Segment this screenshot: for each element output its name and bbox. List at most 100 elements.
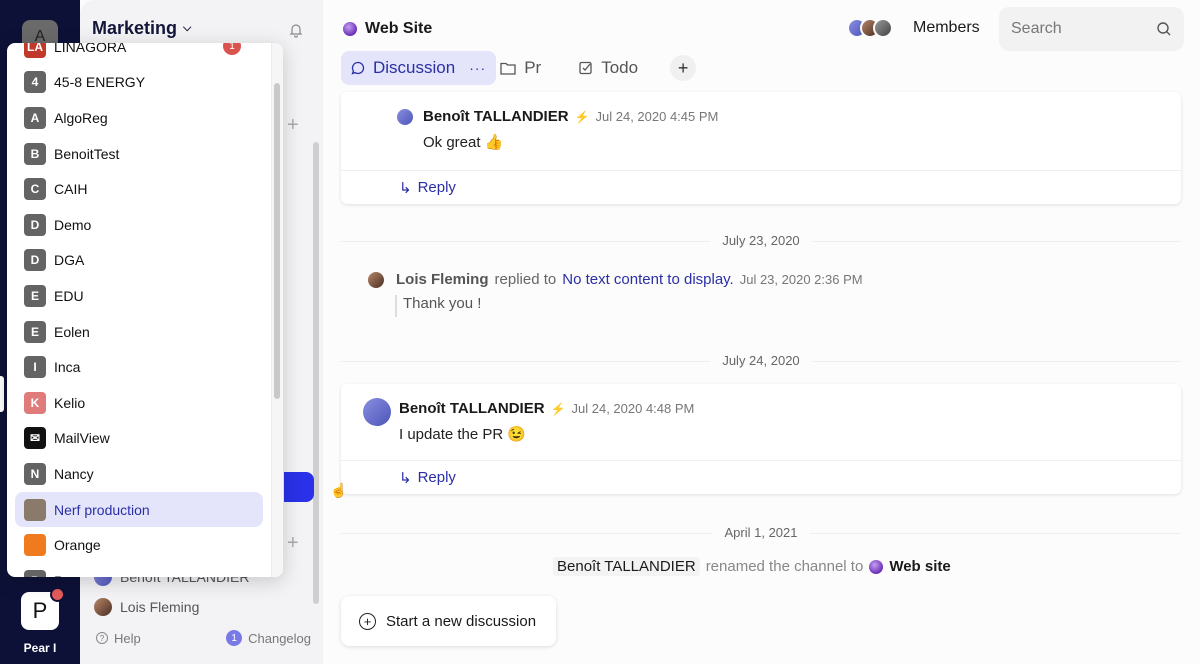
workspace-item[interactable]: Orange <box>7 527 263 563</box>
message-body: Benoît TALLANDIER ⚡ Jul 24, 2020 4:45 PM… <box>397 108 718 151</box>
help-icon: ? <box>96 632 108 644</box>
workspace-label-pear: Pear I <box>23 641 57 655</box>
workspace-item-label: Orange <box>54 537 101 554</box>
lightning-icon: ⚡ <box>574 109 590 124</box>
workspace-item-label: Nerf production <box>54 501 150 518</box>
workspace-item-label: CAIH <box>54 181 88 198</box>
add-member-icon[interactable]: + <box>287 532 299 555</box>
tab-discussion[interactable]: Discussion ··· <box>341 51 497 85</box>
search-box[interactable] <box>999 7 1184 51</box>
workspace-item[interactable]: D DGA <box>7 243 263 279</box>
workspace-logo-icon: I <box>24 356 46 379</box>
start-discussion-button[interactable]: + Start a new discussion <box>341 596 556 646</box>
reply-quote: Thank you ! <box>395 295 481 317</box>
workspace-item-label: Demo <box>54 216 92 233</box>
bell-icon[interactable] <box>288 22 304 38</box>
workspace-item[interactable]: Nerf production <box>15 491 263 528</box>
start-discussion-label: Start a new discussion <box>386 612 537 630</box>
message-author[interactable]: Benoît TALLANDIER <box>423 108 569 125</box>
workspace-item[interactable]: B BenoitTest <box>7 136 263 172</box>
search-input[interactable] <box>1011 20 1141 38</box>
unread-badge: 1 <box>223 43 241 55</box>
workspace-logo-icon <box>24 498 46 521</box>
plus-circle-icon: + <box>359 612 376 630</box>
avatar <box>368 271 384 288</box>
date-label: July 23, 2020 <box>710 233 812 248</box>
search-icon[interactable] <box>1156 21 1172 37</box>
more-options-icon[interactable]: ··· <box>469 60 486 76</box>
reply-label: Reply <box>417 179 456 196</box>
workspace-item-label: BenoitTest <box>54 145 120 162</box>
workspace-logo-icon: A <box>24 106 46 129</box>
reply-arrow-icon: ↳ <box>399 469 412 487</box>
dropdown-scrollbar[interactable] <box>274 83 280 399</box>
workspace-item[interactable]: ✉ MailView <box>7 421 263 457</box>
active-channel-highlight[interactable] <box>284 472 314 502</box>
message-author[interactable]: Benoît TALLANDIER <box>399 400 545 417</box>
member-item[interactable]: Lois Fleming <box>94 598 199 616</box>
workspace-item[interactable]: N Nancy <box>7 456 263 492</box>
event-author[interactable]: Lois Fleming <box>396 271 489 288</box>
rail-active-marker <box>0 376 4 412</box>
workspace-item[interactable]: P Pau <box>7 563 263 577</box>
add-tab-button[interactable]: + <box>670 55 697 81</box>
reply-button[interactable]: ↳ Reply <box>341 460 1181 494</box>
message-text: Ok great 👍 <box>423 134 504 151</box>
main-panel: Web Site Members Discussion ··· Pr <box>323 0 1200 664</box>
workspace-item[interactable]: 4 45-8 ENERGY <box>7 65 263 101</box>
workspace-item[interactable]: I Inca <box>7 349 263 385</box>
message-header: Benoît TALLANDIER ⚡ Jul 24, 2020 4:45 PM <box>397 108 718 125</box>
message-body: Benoît TALLANDIER ⚡ Jul 24, 2020 4:48 PM… <box>399 400 694 443</box>
date-divider: July 23, 2020 <box>341 233 1181 248</box>
workspace-switcher[interactable]: Marketing ⌵ <box>92 18 191 39</box>
members-button[interactable]: Members <box>847 18 980 38</box>
workspace-logo-icon: E <box>24 284 46 307</box>
sidebar-scrollbar[interactable] <box>313 142 319 604</box>
changelog-link[interactable]: 1 Changelog <box>226 630 311 646</box>
reply-button[interactable]: ↳ Reply <box>341 170 1181 204</box>
workspace-logo-icon: 4 <box>24 71 46 94</box>
event-verb: renamed the channel to <box>705 558 864 575</box>
workspace-item[interactable]: C CAIH <box>7 171 263 207</box>
workspace-logo-icon: E <box>24 320 46 343</box>
event-author[interactable]: Benoît TALLANDIER <box>553 557 700 576</box>
workspace-list: LA LINAGORA 1 4 45-8 ENERGY A AlgoReg B BenoitTe… <box>7 43 269 577</box>
event-timestamp: Jul 23, 2020 2:36 PM <box>739 272 863 287</box>
reply-event: Lois Fleming replied to No text content … <box>368 271 863 288</box>
date-label: April 1, 2021 <box>712 525 810 540</box>
avatar <box>363 398 391 426</box>
help-label: Help <box>114 630 141 646</box>
workspace-item[interactable]: A AlgoReg <box>7 100 263 136</box>
workspace-item[interactable]: K Kelio <box>7 385 263 421</box>
workspace-item-label: DGA <box>54 252 85 269</box>
reply-label: Reply <box>417 469 456 486</box>
workspace-item[interactable]: LA LINAGORA 1 <box>7 43 263 65</box>
workspace-logo-icon: ✉ <box>24 427 46 450</box>
message-card: Benoît TALLANDIER ⚡ Jul 24, 2020 4:48 PM… <box>341 384 1181 494</box>
workspace-item[interactable]: D Demo <box>7 207 263 243</box>
add-channel-icon[interactable]: + <box>287 114 299 137</box>
help-link[interactable]: ? Help <box>96 630 141 646</box>
message-timestamp: Jul 24, 2020 4:48 PM <box>571 401 695 416</box>
workspace-logo-icon: P <box>24 569 46 577</box>
workspace-logo-icon: B <box>24 142 46 165</box>
workspace-item[interactable]: E EDU <box>7 278 263 314</box>
tab-pr[interactable]: Pr <box>496 51 551 85</box>
workspace-item-label: LINAGORA <box>54 43 127 55</box>
workspace-item-label: Kelio <box>54 394 86 411</box>
event-verb: replied to <box>494 271 557 288</box>
workspace-item[interactable]: E Eolen <box>7 314 263 350</box>
replied-message-link[interactable]: No text content to display. <box>562 271 733 288</box>
date-label: July 24, 2020 <box>710 353 812 368</box>
workspace-logo-icon <box>24 534 46 557</box>
workspace-logo-icon: N <box>24 462 46 485</box>
workspace-item-label: EDU <box>54 287 84 304</box>
avatar <box>94 598 112 616</box>
lightning-icon: ⚡ <box>550 401 566 416</box>
changelog-count-badge: 1 <box>226 630 243 646</box>
sidebar-footer: ? Help 1 Changelog <box>96 630 311 646</box>
workspace-logo-icon: D <box>24 213 46 236</box>
tab-todo[interactable]: Todo <box>569 51 648 85</box>
folder-icon <box>500 62 516 75</box>
tab-label: Discussion <box>373 58 456 77</box>
